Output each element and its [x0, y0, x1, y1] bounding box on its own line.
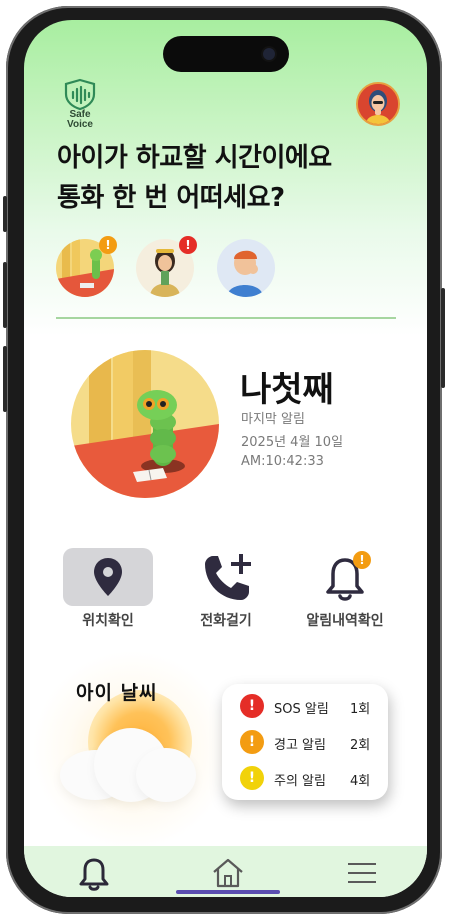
side-button	[441, 288, 445, 388]
front-camera	[263, 48, 275, 60]
home-icon	[213, 858, 243, 888]
selected-child-avatar[interactable]	[71, 350, 219, 498]
last-alert-date: 2025년 4월 10일	[241, 435, 344, 450]
woman-avatar-icon	[358, 84, 398, 124]
home-indicator	[176, 890, 280, 894]
shield-voice-icon	[64, 78, 96, 111]
alert-summary-card[interactable]: ! SOS 알림 1회 ! 경고 알림 2회 ! 주의 알림 4회	[222, 684, 388, 800]
alert-history-label: 알림내역확인	[306, 613, 384, 629]
profile-avatar[interactable]	[356, 82, 400, 126]
alert-count: 2회	[350, 738, 371, 753]
menu-icon	[348, 863, 376, 883]
app-screen: Safe Voice 아이가 하교할 시간이에요 통화 한 번 어떠세요? ! …	[24, 20, 427, 897]
kid-avatar-boy[interactable]	[217, 239, 275, 297]
alert-count: 1회	[350, 702, 371, 717]
alert-row-warning: ! 경고 알림 2회	[240, 730, 380, 754]
boy-avatar-icon	[217, 239, 275, 297]
alert-history-badge: !	[353, 551, 371, 569]
caution-alert-icon: !	[240, 766, 264, 790]
caterpillar-scene-icon	[71, 350, 219, 498]
kid-sos-badge: !	[179, 236, 197, 254]
call-button[interactable]	[181, 548, 271, 606]
side-button	[3, 262, 7, 328]
tab-home[interactable]	[208, 854, 248, 892]
side-button	[3, 196, 7, 232]
location-pin-icon	[94, 558, 122, 596]
bell-icon	[326, 558, 364, 601]
last-alert-label: 마지막 알림	[241, 412, 305, 427]
child-name: 나첫째	[240, 370, 334, 410]
alert-type: 경고 알림	[274, 738, 326, 753]
headline-line-2: 통화 한 번 어떠세요?	[57, 183, 285, 213]
headline-line-1: 아이가 하교할 시간이에요	[57, 143, 332, 173]
tab-alerts[interactable]	[74, 854, 114, 892]
last-alert-time: AM:10:42:33	[241, 454, 324, 469]
warning-alert-icon: !	[240, 730, 264, 754]
sos-alert-icon: !	[240, 694, 264, 718]
alert-type: SOS 알림	[274, 702, 329, 717]
bell-icon	[79, 858, 109, 891]
weather-title: 아이 날씨	[76, 682, 158, 704]
alert-row-sos: ! SOS 알림 1회	[240, 694, 380, 718]
logo-line-2: Voice	[67, 119, 93, 130]
alert-type: 주의 알림	[274, 774, 326, 789]
alert-count: 4회	[350, 774, 371, 789]
cloud-icon	[136, 748, 196, 802]
alert-history-button[interactable]	[300, 548, 390, 606]
alert-row-caution: ! 주의 알림 4회	[240, 766, 380, 790]
location-check-label: 위치확인	[82, 613, 134, 629]
section-divider	[56, 317, 396, 319]
headline: 아이가 하교할 시간이에요 통화 한 번 어떠세요?	[57, 138, 397, 218]
tab-menu[interactable]	[342, 854, 382, 892]
call-label: 전화걸기	[200, 613, 252, 629]
location-check-button[interactable]	[63, 548, 153, 606]
logo-text: Safe Voice	[60, 110, 100, 130]
kid-warning-badge: !	[99, 236, 117, 254]
phone-plus-icon	[205, 554, 251, 600]
safe-voice-logo: Safe Voice	[60, 78, 100, 138]
side-button	[3, 346, 7, 412]
